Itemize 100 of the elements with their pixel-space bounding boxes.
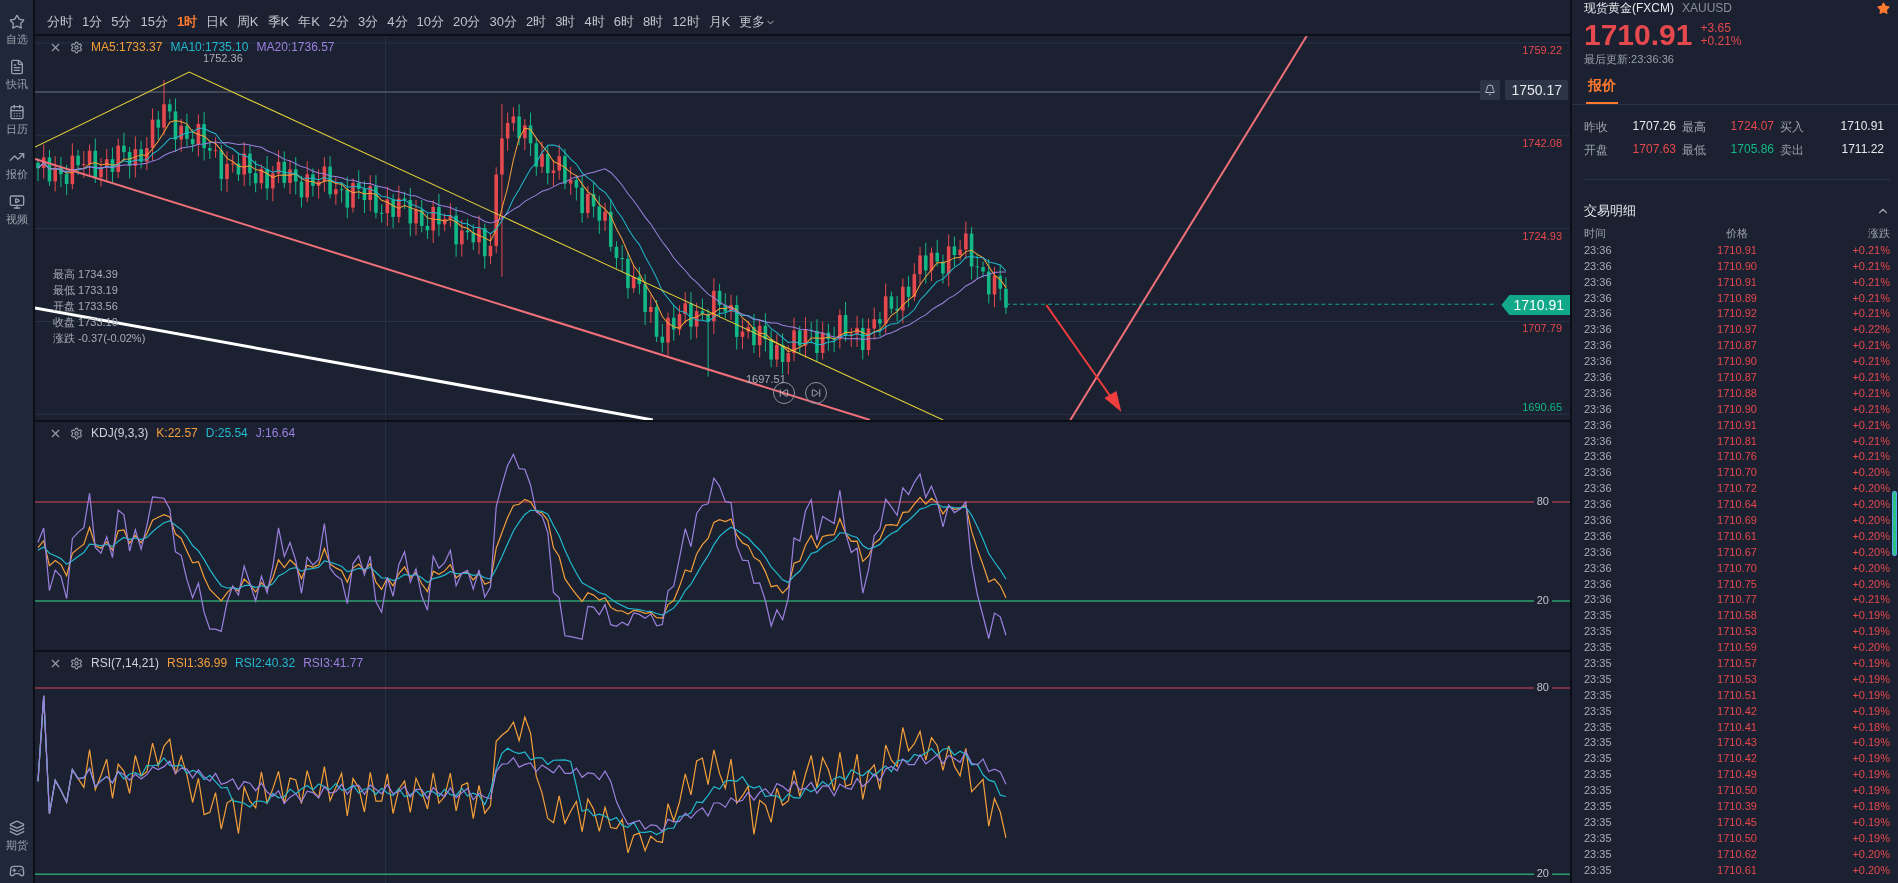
trade-change: +0.18%	[1851, 800, 1890, 812]
period-tab[interactable]: 季K	[267, 13, 290, 31]
trade-price: 1710.70	[1716, 561, 1758, 574]
sidebar-item[interactable]: 期货	[5, 820, 28, 853]
trade-change: +0.19%	[1851, 815, 1890, 828]
period-tab[interactable]: 8时	[642, 13, 664, 31]
update-time: 最后更新:23:36:36	[1584, 52, 1675, 67]
column-header: 价格	[1725, 226, 1749, 241]
trade-change: +0.20%	[1851, 561, 1890, 574]
stat-value: 1707.26	[1631, 119, 1676, 135]
period-tab[interactable]: 月K	[708, 13, 731, 31]
period-tab[interactable]: 分时	[47, 13, 73, 31]
stat-label: 最高	[1682, 119, 1707, 136]
skip-forward-icon	[811, 388, 821, 398]
trade-price: 1710.87	[1716, 370, 1758, 383]
trade-time: 23:36	[1584, 466, 1613, 479]
trade-price: 1710.53	[1716, 625, 1758, 638]
period-tab[interactable]: 1时	[176, 13, 198, 31]
period-tab[interactable]: 1分	[82, 13, 103, 31]
period-tab[interactable]: 3时	[555, 13, 576, 31]
trade-time: 23:36	[1584, 307, 1613, 320]
trade-price: 1710.51	[1716, 688, 1758, 701]
trade-change: +0.19%	[1851, 625, 1890, 638]
period-tab[interactable]: 20分	[453, 13, 481, 31]
period-tab[interactable]: 30分	[489, 13, 517, 31]
trade-change: +0.21%	[1851, 402, 1890, 415]
alert-button[interactable]	[1480, 80, 1500, 100]
document-icon	[8, 59, 25, 75]
trade-change: +0.21%	[1851, 275, 1890, 288]
trade-change: +0.20%	[1851, 641, 1890, 654]
trade-time: 23:35	[1584, 704, 1613, 717]
trade-price: 1710.67	[1716, 545, 1758, 558]
trade-time: 23:36	[1584, 593, 1613, 606]
trade-price: 1710.39	[1716, 800, 1758, 812]
sidebar-item[interactable]: 快讯	[5, 59, 28, 92]
trade-change: +0.19%	[1851, 657, 1890, 669]
legend-value: MA5:1733.37	[91, 40, 163, 54]
stat-value: 1724.07	[1729, 119, 1774, 135]
trade-time: 23:35	[1584, 672, 1613, 685]
sidebar-item[interactable]: 日历	[5, 104, 28, 137]
stat-value: 1711.22	[1840, 142, 1884, 158]
period-tab[interactable]: 5分	[111, 13, 132, 31]
low-price-marker: 1697.51	[746, 373, 786, 385]
settings-icon[interactable]	[70, 40, 83, 54]
trade-time: 23:36	[1584, 275, 1613, 288]
period-tab[interactable]: 12时	[672, 13, 700, 31]
trade-change: +0.19%	[1851, 752, 1890, 765]
period-tab[interactable]: 15分	[140, 13, 168, 31]
trade-price: 1710.76	[1716, 450, 1758, 463]
trade-time: 23:36	[1584, 291, 1613, 304]
trade-price: 1710.70	[1716, 466, 1758, 479]
legend-value: MA10:1735.10	[170, 40, 249, 54]
trend-line[interactable]	[35, 71, 944, 420]
stat-value: 1705.86	[1729, 142, 1774, 158]
trade-time: 23:35	[1584, 863, 1613, 876]
stat-label: 最低	[1682, 142, 1707, 159]
scrollbar-thumb[interactable]	[1892, 491, 1897, 556]
legend-value: K:22.57	[156, 426, 198, 440]
price-axis-label: 1742.08	[1522, 136, 1562, 149]
settings-icon[interactable]	[70, 656, 83, 670]
trade-change: +0.19%	[1851, 704, 1890, 717]
period-tab[interactable]: 年K	[298, 13, 320, 31]
period-tab[interactable]: 4时	[584, 13, 605, 31]
period-tab[interactable]: 10分	[416, 13, 445, 31]
sidebar-item[interactable]: 自选	[5, 14, 28, 47]
trade-time: 23:36	[1584, 482, 1613, 495]
period-tab[interactable]: 6时	[613, 13, 634, 31]
trade-time: 23:36	[1584, 450, 1613, 463]
gamepad-icon[interactable]	[8, 863, 25, 879]
period-tab[interactable]: 3分	[358, 13, 379, 31]
stat-value: 1707.63	[1631, 142, 1676, 158]
level-label: 20	[1533, 594, 1552, 606]
ohlc-text: 最低 1733.19	[53, 283, 119, 298]
legend-value: RSI1:36.99	[167, 656, 228, 670]
trade-time: 23:36	[1584, 434, 1613, 447]
more-dropdown[interactable]: 更多	[739, 13, 777, 31]
trend-line[interactable]	[35, 158, 872, 420]
trade-price: 1710.81	[1716, 434, 1758, 447]
video-icon	[8, 194, 25, 210]
sidebar-item[interactable]: 视频	[5, 194, 28, 227]
quote-tab[interactable]: 报价	[1586, 71, 1618, 104]
stat-value: 1710.91	[1839, 119, 1884, 135]
trade-price: 1710.42	[1716, 752, 1758, 765]
trade-time: 23:36	[1584, 498, 1613, 511]
star-icon[interactable]	[1877, 1, 1890, 15]
period-tab[interactable]: 2分	[328, 13, 350, 31]
sidebar-item[interactable]: 报价	[5, 149, 28, 182]
period-tab[interactable]: 4分	[387, 13, 408, 31]
price-axis-label: 1759.22	[1522, 44, 1562, 56]
trade-price: 1710.87	[1716, 339, 1758, 352]
period-tab[interactable]: 日K	[206, 13, 228, 31]
trade-change: +0.21%	[1851, 386, 1890, 399]
trade-change: +0.19%	[1851, 831, 1890, 844]
period-tab[interactable]: 周K	[236, 13, 259, 31]
period-tab[interactable]: 2时	[525, 13, 547, 31]
trade-change: +0.20%	[1851, 847, 1890, 860]
settings-icon[interactable]	[70, 426, 83, 440]
trade-price: 1710.41	[1716, 720, 1758, 733]
trade-time: 23:36	[1584, 577, 1613, 590]
trade-change: +0.19%	[1851, 609, 1890, 622]
